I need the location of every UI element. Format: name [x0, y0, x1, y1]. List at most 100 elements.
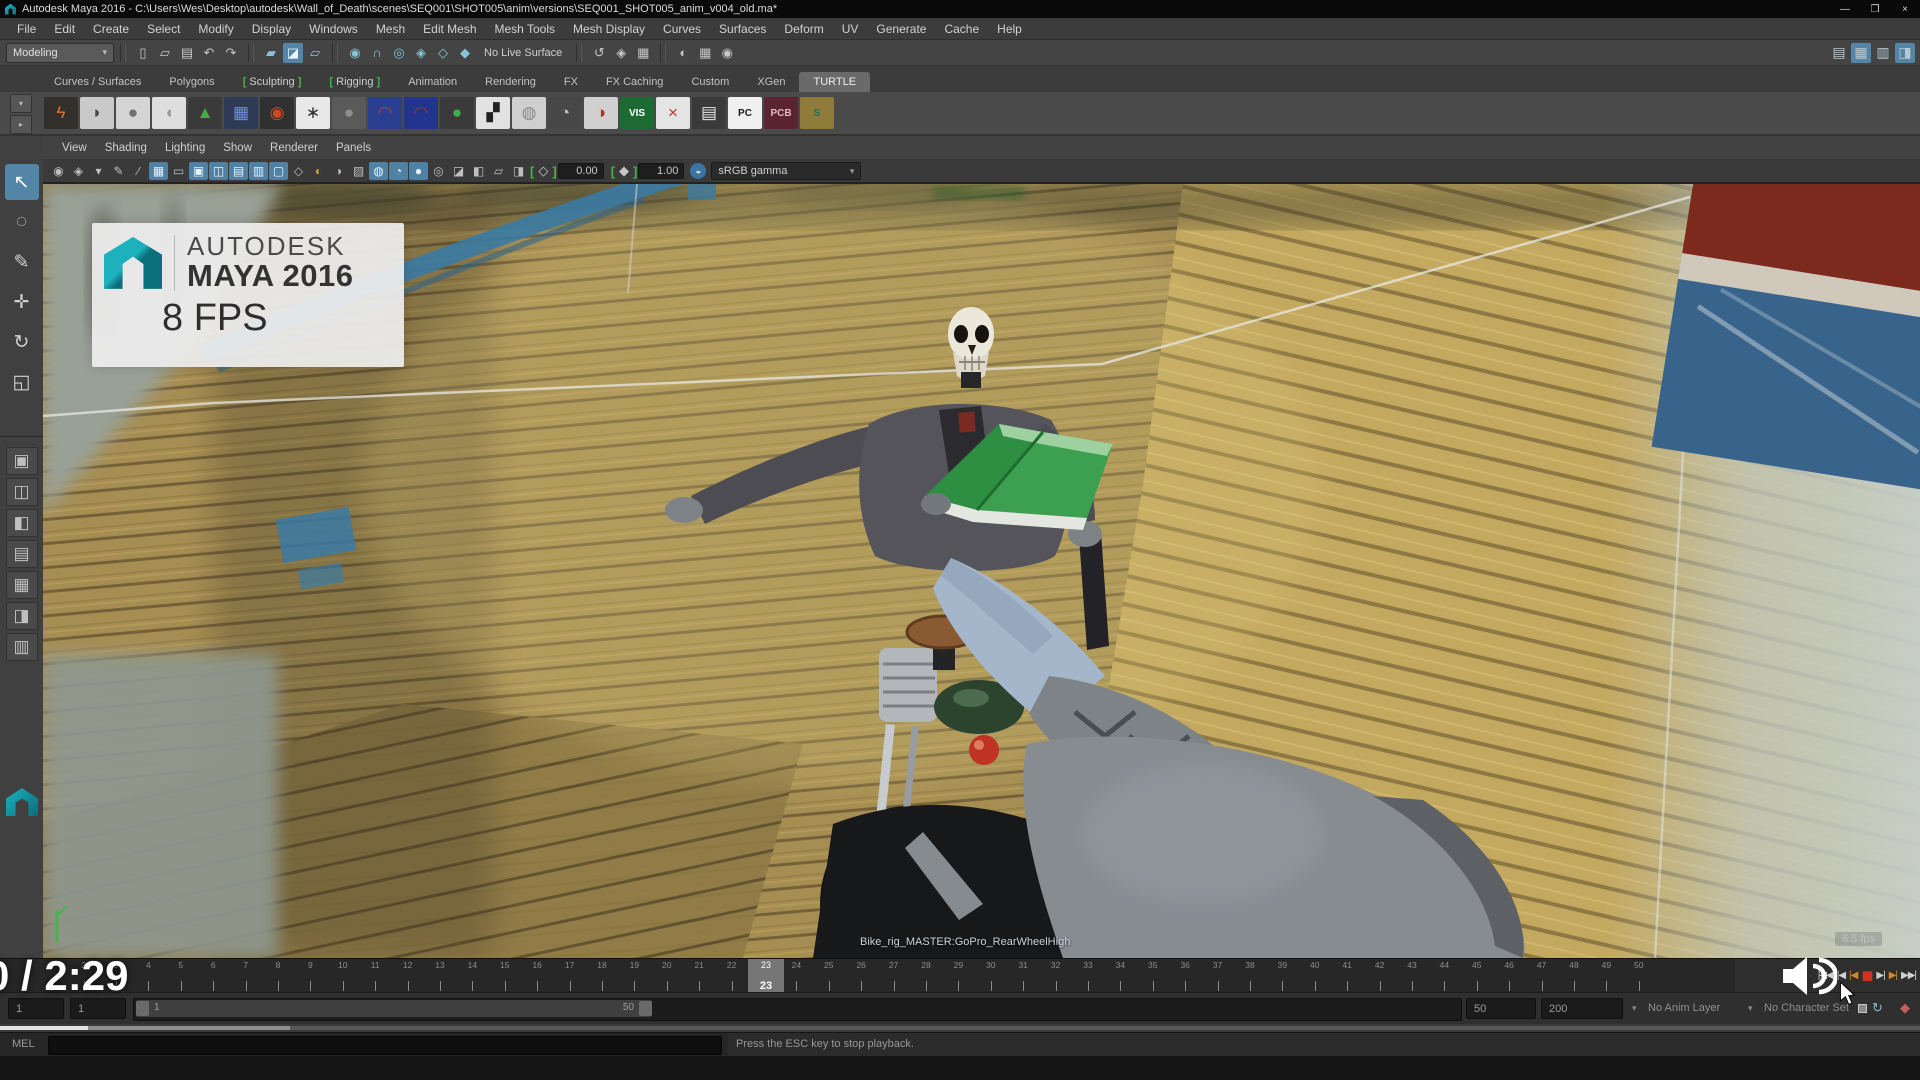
menu-item-8[interactable]: Edit Mesh	[414, 22, 485, 36]
tool-settings-toggle-icon[interactable]: ▦	[1851, 43, 1871, 63]
modeling-toolkit-toggle-icon[interactable]: ◨	[1895, 43, 1915, 63]
character-set-dropdown[interactable]: No Character Set	[1764, 1002, 1849, 1014]
snap-grid-icon[interactable]: ◉	[345, 43, 365, 63]
shelf-tab-fx-caching[interactable]: FX Caching	[592, 72, 677, 92]
shelf-tab-turtle[interactable]: TURTLE	[799, 72, 870, 92]
select-component-icon[interactable]: ▱	[305, 43, 325, 63]
step-forward-button[interactable]: ▶|	[1876, 970, 1884, 981]
shelf-icon-flame[interactable]: ϟ	[44, 97, 78, 129]
command-line-input[interactable]	[48, 1036, 722, 1055]
shelf-icon-cone-green[interactable]: ▲	[188, 97, 222, 129]
vp-gate-mask-icon[interactable]: ◫	[209, 162, 228, 180]
menu-item-7[interactable]: Mesh	[367, 22, 414, 36]
render-view-icon[interactable]: ◐	[673, 43, 693, 63]
render-settings-icon[interactable]: ▦	[633, 43, 653, 63]
range-slider[interactable]: 1 50	[133, 998, 1462, 1021]
shelf-tab-xgen[interactable]: XGen	[743, 72, 799, 92]
animation-end-field[interactable]: 200	[1541, 998, 1623, 1019]
shelf-icon-sphere-red-split[interactable]: ◑	[584, 97, 618, 129]
snap-view-plane-icon[interactable]: ◇	[433, 43, 453, 63]
vp-grid-icon[interactable]: ▦	[149, 162, 168, 180]
input-operations-icon[interactable]: ↺	[589, 43, 609, 63]
shelf-icon-vis[interactable]: VIS	[620, 97, 654, 129]
shelf-icon-eye-gray[interactable]: ◔	[548, 97, 582, 129]
shelf-tab-rendering[interactable]: Rendering	[471, 72, 550, 92]
snap-point-icon[interactable]: ◎	[389, 43, 409, 63]
shelf-icon-material-sample[interactable]: ◗	[80, 97, 114, 129]
layout-persp-outliner[interactable]: ◧	[6, 509, 38, 537]
vp-field-chart-icon[interactable]: ▤	[229, 162, 248, 180]
prev-key-button[interactable]: |◀	[1849, 970, 1857, 981]
layout-custom[interactable]: ▥	[6, 633, 38, 661]
menu-item-9[interactable]: Mesh Tools	[486, 22, 564, 36]
make-live-icon[interactable]: ◆	[455, 43, 475, 63]
vp-ao-icon[interactable]: ◍	[369, 162, 388, 180]
mel-label[interactable]: MEL	[12, 1038, 35, 1050]
vp-motion-blur-icon[interactable]: ◔	[389, 162, 408, 180]
next-key-button[interactable]: ▶|	[1889, 970, 1897, 981]
paint-select-tool[interactable]: ✎	[5, 244, 39, 280]
vp-line-icon[interactable]: ∕	[129, 162, 148, 180]
vp-lighting-icon[interactable]: ◐	[309, 162, 328, 180]
vp-snapshot-icon[interactable]: ◨	[509, 162, 528, 180]
menu-item-1[interactable]: Edit	[45, 22, 84, 36]
gamma-field[interactable]: 1.00	[638, 163, 684, 179]
panel-menu-5[interactable]: Panels	[327, 142, 380, 154]
shelf-icon-delete-x[interactable]: ×	[656, 97, 690, 129]
shelf-tab-custom[interactable]: Custom	[677, 72, 743, 92]
layout-single-pane[interactable]: ▣	[6, 447, 38, 475]
shelf-icon-light-orange[interactable]: ◉	[260, 97, 294, 129]
playback-loop-icon[interactable]: ↻	[1872, 1000, 1883, 1016]
vp-lock-camera-icon[interactable]: ◈	[69, 162, 88, 180]
vp-resolution-gate-icon[interactable]: ▣	[189, 162, 208, 180]
vp-wireframe-shaded-icon[interactable]: ◧	[469, 162, 488, 180]
shelf-icon-sphere-green[interactable]: ●	[440, 97, 474, 129]
shelf-icon-dome-red[interactable]: ◠	[368, 97, 402, 129]
range-end-handle[interactable]	[639, 1001, 652, 1016]
vp-safe-title-icon[interactable]: ▢	[269, 162, 288, 180]
shelf-tab-fx[interactable]: FX	[550, 72, 592, 92]
attribute-editor-toggle-icon[interactable]: ▤	[1829, 43, 1849, 63]
snap-projected-center-icon[interactable]: ◈	[411, 43, 431, 63]
vp-fill-light-icon[interactable]: ◇	[289, 162, 308, 180]
vp-pencil-icon[interactable]: ✎	[109, 162, 128, 180]
panel-menu-3[interactable]: Show	[214, 142, 261, 154]
shelf-icon-sphere-gray[interactable]: ●	[116, 97, 150, 129]
menu-item-4[interactable]: Modify	[189, 22, 242, 36]
vp-textures-icon[interactable]: ▨	[349, 162, 368, 180]
shelf-icon-camera-bw[interactable]: ▞	[476, 97, 510, 129]
ipr-render-icon[interactable]: ◉	[717, 43, 737, 63]
shelf-icon-s[interactable]: S	[800, 97, 834, 129]
shelf-icon-grid-blue[interactable]: ▦	[224, 97, 258, 129]
snap-curve-icon[interactable]: ∩	[367, 43, 387, 63]
stop-button[interactable]: ■	[1861, 971, 1872, 981]
maximize-button[interactable]: ❒	[1860, 0, 1890, 18]
select-object-icon[interactable]: ◪	[283, 43, 303, 63]
chevron-down-icon[interactable]: ▾	[1748, 1003, 1753, 1014]
close-button[interactable]: ×	[1890, 0, 1920, 18]
panel-menu-0[interactable]: View	[53, 142, 96, 154]
shelf-icon-pages[interactable]: ▤	[692, 97, 726, 129]
shelf-icon-pcb[interactable]: PCB	[764, 97, 798, 129]
vp-isolate-icon[interactable]: ◎	[429, 162, 448, 180]
playback-start-field[interactable]: 1	[70, 998, 126, 1019]
vp-plugin-icon[interactable]: ▱	[489, 162, 508, 180]
undo-icon[interactable]: ↶	[199, 43, 219, 63]
range-start-handle[interactable]	[136, 1001, 149, 1016]
playback-range-box[interactable]: 1 50	[136, 1000, 652, 1017]
select-tool[interactable]: ↖	[5, 164, 39, 200]
animation-start-field[interactable]: 1	[8, 998, 64, 1019]
menu-set-selector[interactable]: Modeling ▾	[6, 43, 114, 63]
menu-item-12[interactable]: Surfaces	[710, 22, 775, 36]
viewport-canvas[interactable]: AUTODESK MAYA 2016 8 FPS Bike_rig_MASTER…	[43, 184, 1920, 958]
shelf-tab-animation[interactable]: Animation	[394, 72, 471, 92]
vp-shadows-icon[interactable]: ◑	[329, 162, 348, 180]
vp-select-camera-icon[interactable]: ◉	[49, 162, 68, 180]
vp-ssao-ball-icon[interactable]: ●	[409, 162, 428, 180]
anim-layer-dropdown[interactable]: No Anim Layer	[1648, 1002, 1720, 1014]
menu-item-3[interactable]: Select	[138, 22, 189, 36]
menu-item-16[interactable]: Cache	[935, 22, 988, 36]
layout-four-pane[interactable]: ◫	[6, 478, 38, 506]
open-scene-icon[interactable]: ▱	[155, 43, 175, 63]
menu-item-5[interactable]: Display	[243, 22, 300, 36]
